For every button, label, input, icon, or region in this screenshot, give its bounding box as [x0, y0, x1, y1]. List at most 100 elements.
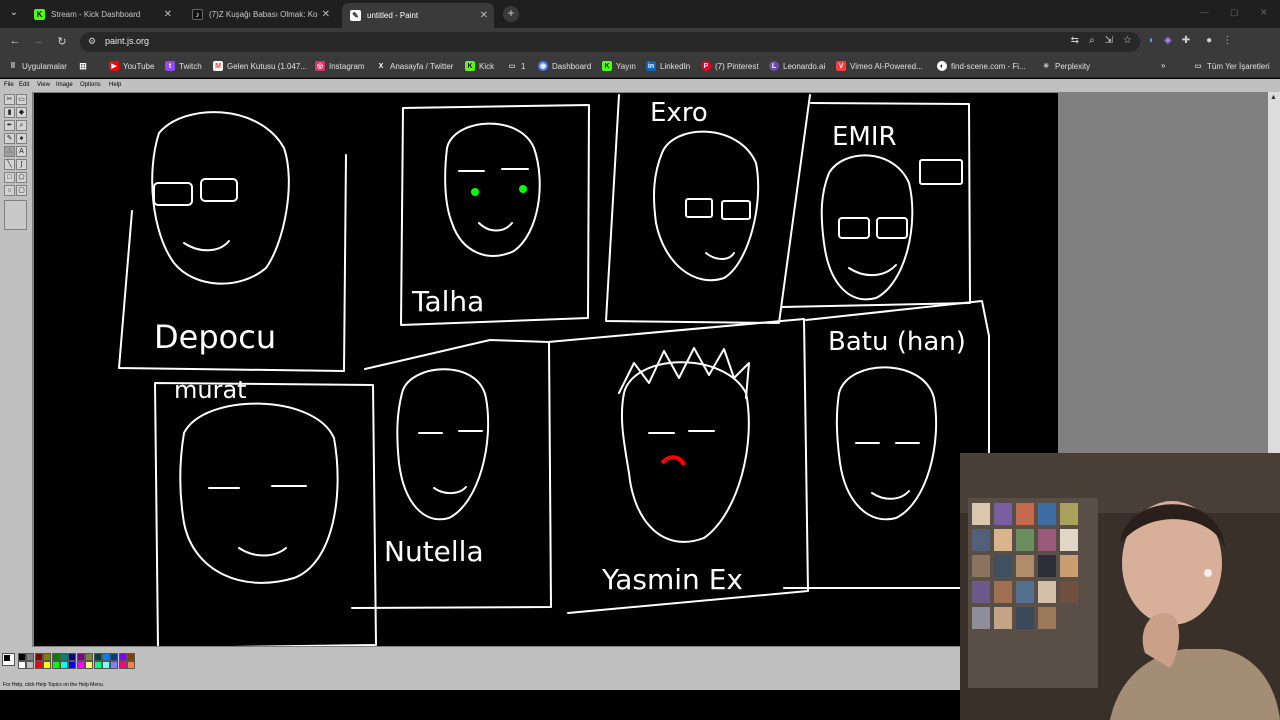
color-swatch[interactable]	[60, 661, 68, 669]
close-icon[interactable]: ✕	[164, 9, 172, 20]
color-swatch[interactable]	[68, 653, 77, 661]
minimize-icon[interactable]: —	[1200, 7, 1209, 17]
curve-tool-icon[interactable]: ∫	[16, 159, 27, 170]
color-swatch[interactable]	[110, 661, 119, 669]
color-swatch[interactable]	[51, 661, 60, 669]
color-picker-tool-icon[interactable]: ✒	[4, 120, 15, 131]
color-swatch[interactable]	[68, 661, 77, 669]
site-info-icon[interactable]: ⚙	[88, 36, 96, 47]
bookmarks-overflow-chevron-icon[interactable]: »	[1161, 61, 1165, 70]
color-swatch[interactable]	[102, 653, 110, 661]
bookmark-apps-grid[interactable]: ⊞	[78, 61, 92, 71]
menu-help[interactable]: Help	[109, 82, 121, 88]
bookmark-instagram[interactable]: ◎ Instagram	[315, 61, 365, 71]
color-swatch[interactable]	[43, 661, 52, 669]
polygon-tool-icon[interactable]: ⬠	[16, 172, 27, 183]
color-swatch[interactable]	[85, 653, 94, 661]
bookmark-perplexity[interactable]: ✳ Perplexity	[1041, 61, 1090, 71]
color-swatch[interactable]	[110, 653, 119, 661]
bookmark-twitch[interactable]: t Twitch	[165, 61, 202, 71]
airbrush-tool-icon[interactable]: ∴	[4, 146, 15, 157]
color-swatch[interactable]	[93, 661, 102, 669]
menu-options[interactable]: Options	[80, 82, 101, 88]
line-tool-icon[interactable]: ╲	[4, 159, 15, 170]
bookmark-leonardo[interactable]: L Leonardo.ai	[769, 61, 825, 71]
rect-select-tool-icon[interactable]: ▭	[16, 94, 27, 105]
color-swatch[interactable]	[76, 661, 85, 669]
extensions-puzzle-icon[interactable]: ✚	[1182, 35, 1190, 46]
profile-avatar-icon[interactable]: ●	[1206, 35, 1212, 46]
color-swatch[interactable]	[118, 661, 127, 669]
menu-edit[interactable]: Edit	[19, 82, 29, 88]
bookmark-apps[interactable]: ⠿ Uygulamalar	[8, 61, 66, 71]
install-icon[interactable]: ⇲	[1105, 35, 1113, 46]
bookmark-youtube[interactable]: ▶ YouTube	[109, 61, 154, 71]
color-swatch[interactable]	[51, 653, 60, 661]
menu-view[interactable]: View	[37, 82, 50, 88]
tab-paint[interactable]: ✎ untitled - Paint ✕	[342, 3, 494, 28]
extension-icon[interactable]: ◗	[1148, 35, 1154, 46]
address-bar[interactable]: ⚙ paint.js.org ⇆ ⌕ ⇲ ☆	[80, 32, 1140, 52]
color-swatch[interactable]	[34, 661, 43, 669]
color-swatch[interactable]	[102, 661, 110, 669]
new-tab-button[interactable]: +	[503, 6, 519, 22]
color-swatch[interactable]	[76, 653, 85, 661]
current-colors[interactable]	[2, 653, 15, 666]
all-bookmarks-button[interactable]: ▭ Tüm Yer İşaretleri	[1193, 61, 1270, 71]
bookmark-linkedin[interactable]: in LinkedIn	[646, 61, 690, 71]
back-arrow-icon[interactable]: ←	[8, 35, 22, 47]
bookmark-star-icon[interactable]: ☆	[1123, 35, 1132, 46]
close-icon[interactable]: ✕	[322, 9, 330, 20]
close-icon[interactable]: ✕	[480, 10, 488, 21]
ellipse-tool-icon[interactable]: ○	[4, 185, 15, 196]
color-swatch[interactable]	[43, 653, 52, 661]
color-swatch[interactable]	[26, 661, 35, 669]
more-menu-icon[interactable]: ⋮	[1222, 35, 1232, 46]
color-swatch[interactable]	[60, 653, 68, 661]
extension-icon[interactable]: ◈	[1164, 35, 1172, 46]
color-swatch[interactable]	[18, 653, 26, 661]
tab-tiktok[interactable]: ♪ (7)Z Kuşağı Babası Olmak: Kom... ✕	[184, 3, 336, 25]
color-swatch[interactable]	[34, 653, 43, 661]
bookmark-dashboard[interactable]: ◉ Dashboard	[538, 61, 591, 71]
eraser-tool-icon[interactable]: ▮	[4, 107, 15, 118]
frame-exro	[605, 94, 811, 324]
maximize-icon[interactable]: ▢	[1230, 7, 1239, 18]
bookmark-label: Yayın	[616, 61, 636, 71]
bookmark-vimeo[interactable]: V Vimeo AI-Powered...	[836, 61, 923, 71]
tool-options-panel[interactable]	[4, 200, 27, 230]
color-swatch[interactable]	[18, 661, 26, 669]
free-select-tool-icon[interactable]: ✂	[4, 94, 15, 105]
color-swatch[interactable]	[93, 653, 102, 661]
bookmark-yayin[interactable]: K Yayın	[602, 61, 636, 71]
color-swatch[interactable]	[85, 661, 94, 669]
tab-kick-dashboard[interactable]: K Stream - Kick Dashboard ✕	[26, 3, 178, 25]
menu-file[interactable]: File	[4, 82, 14, 88]
bookmark-pinterest[interactable]: P (7) Pinterest	[701, 61, 759, 71]
color-swatch[interactable]	[127, 661, 136, 669]
zoom-icon[interactable]: ⌕	[1089, 35, 1095, 46]
bookmark-twitter[interactable]: X Anasayfa / Twitter	[376, 61, 454, 71]
bookmark-folder-1[interactable]: ▭ 1	[507, 61, 526, 71]
reload-icon[interactable]: ↻	[55, 35, 69, 48]
rectangle-tool-icon[interactable]: □	[4, 172, 15, 183]
menu-image[interactable]: Image	[56, 82, 73, 88]
drawing-canvas[interactable]: Depocu Talha Exro EMIR murat Nutella Yas…	[34, 93, 1058, 649]
rounded-rect-tool-icon[interactable]: ▢	[16, 185, 27, 196]
forward-arrow-icon[interactable]: →	[31, 35, 45, 47]
window-close-icon[interactable]: ✕	[1260, 7, 1268, 18]
brush-tool-icon[interactable]: ♠	[16, 133, 27, 144]
color-swatch[interactable]	[118, 653, 127, 661]
bookmark-find-scene[interactable]: ◐ find-scene.com - Fi...	[937, 61, 1026, 71]
bookmark-kick[interactable]: K Kick	[465, 61, 494, 71]
color-swatch[interactable]	[26, 653, 35, 661]
magnifier-tool-icon[interactable]: ⌕	[16, 120, 27, 131]
fill-tool-icon[interactable]: ◆	[16, 107, 27, 118]
color-swatch[interactable]	[127, 653, 136, 661]
bookmark-gmail[interactable]: M Gelen Kutusu (1.047...	[213, 61, 307, 71]
translate-icon[interactable]: ⇆	[1071, 35, 1079, 46]
pencil-tool-icon[interactable]: ✎	[4, 133, 15, 144]
tab-search-chevron-icon[interactable]: ⌄	[6, 5, 22, 21]
scroll-up-arrow-icon[interactable]: ▲	[1270, 94, 1277, 101]
text-tool-icon[interactable]: A	[16, 146, 27, 157]
